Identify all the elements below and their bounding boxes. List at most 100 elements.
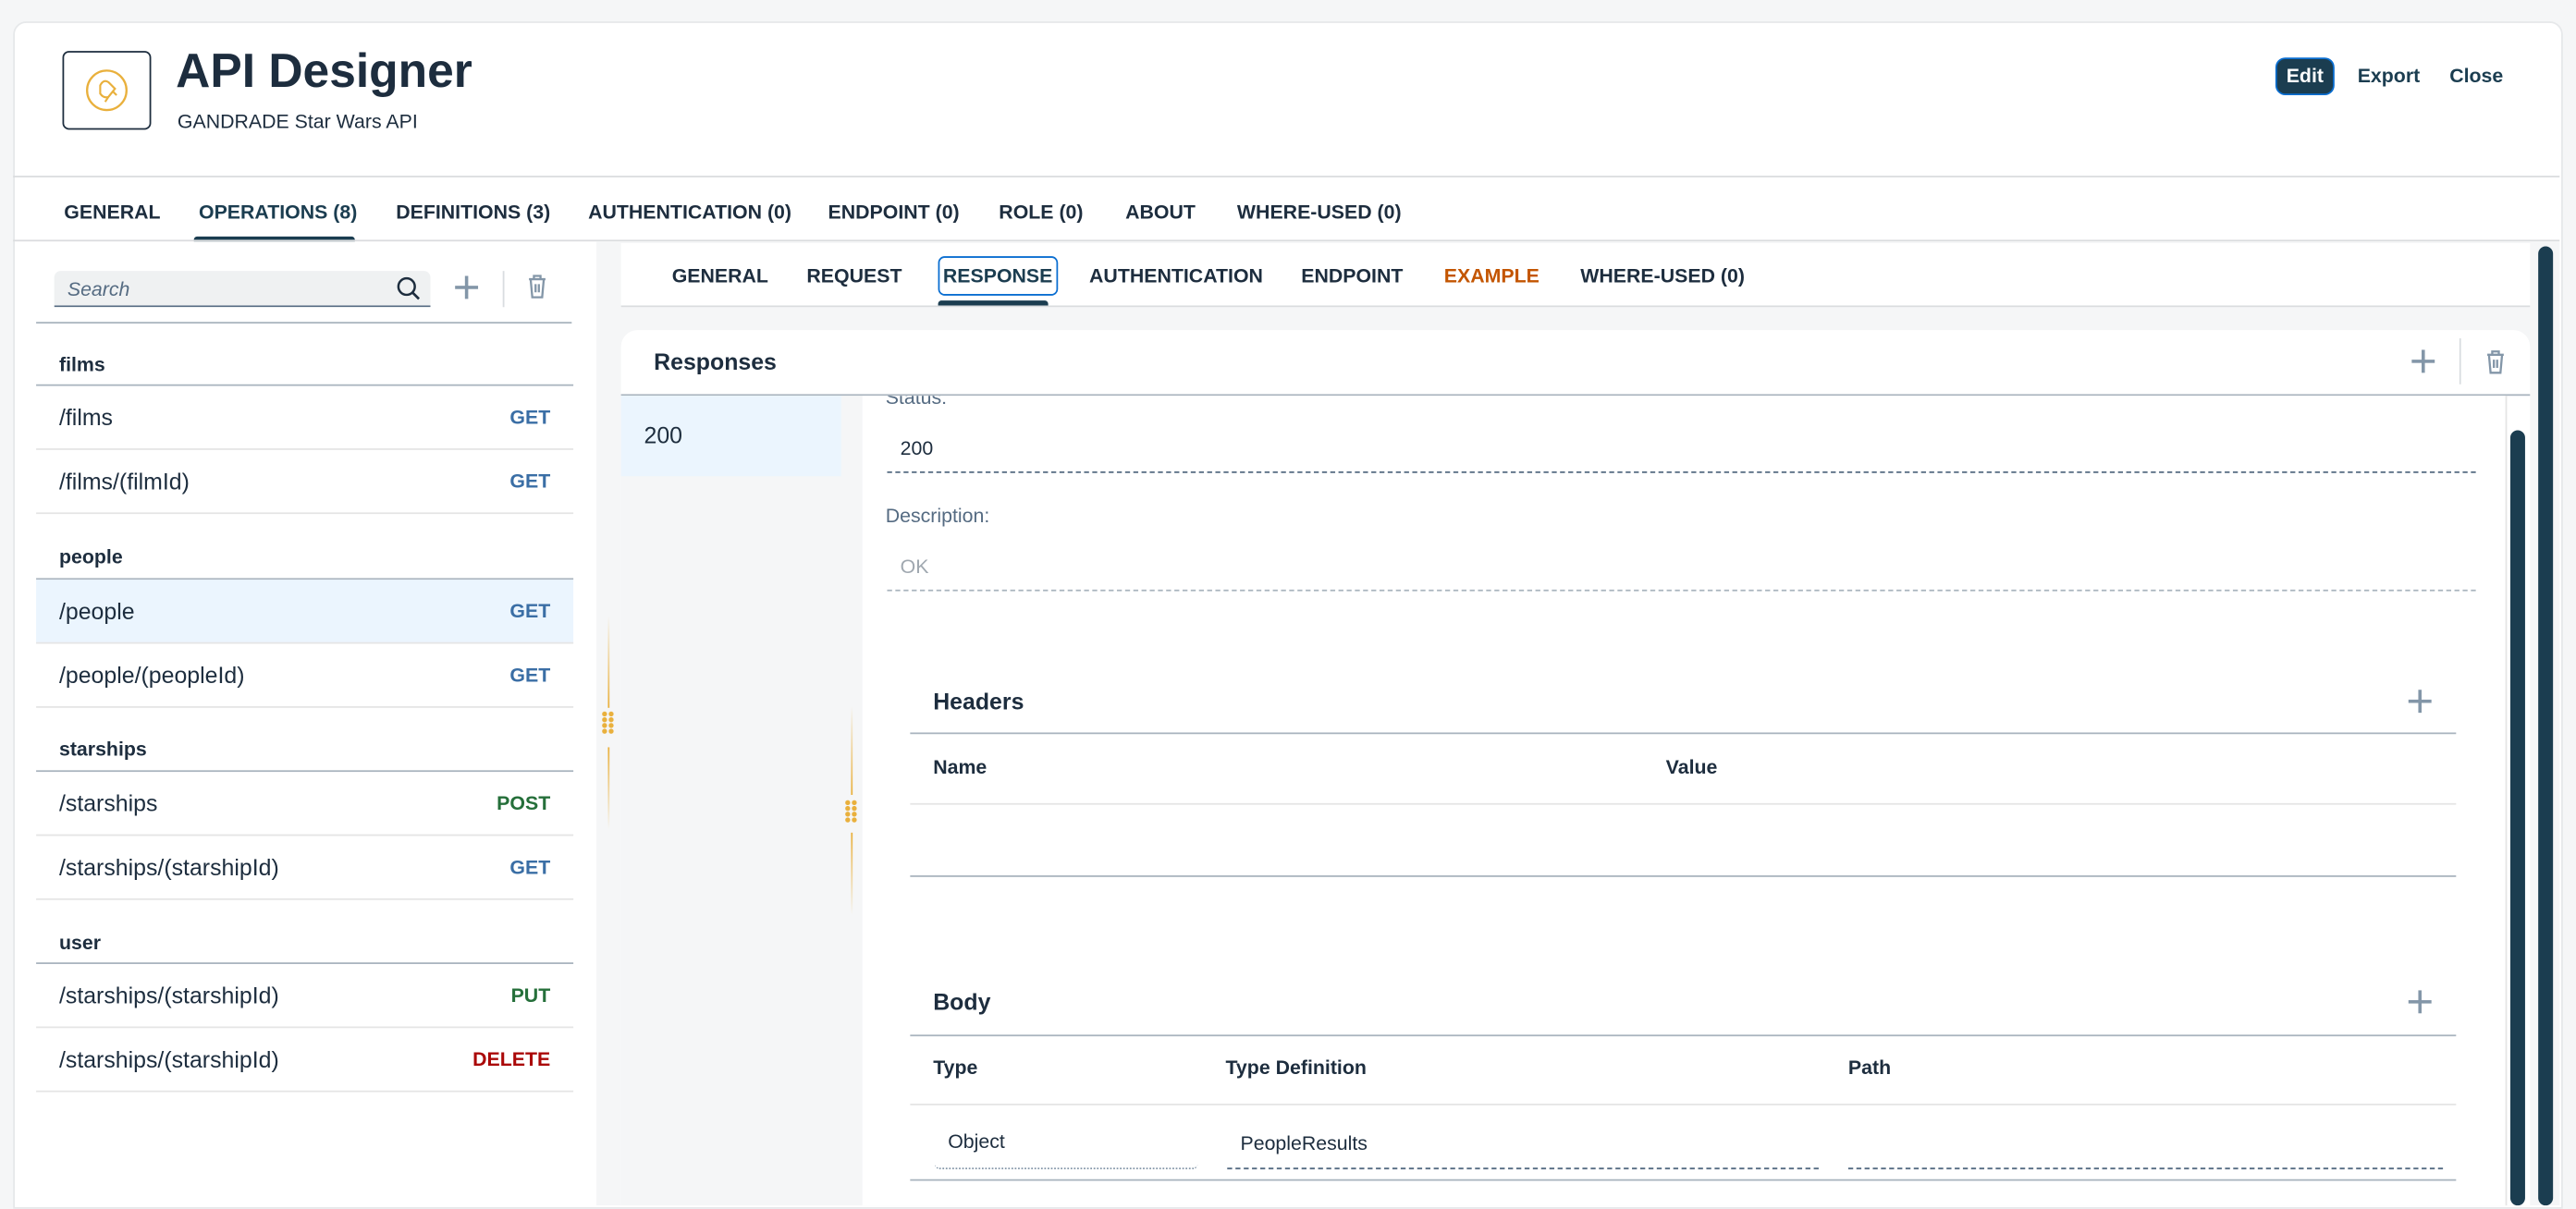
method-badge: GET	[509, 470, 551, 494]
operation-path: /starships/(starshipId)	[58, 982, 279, 1008]
tab-operations[interactable]: OPERATIONS (8)	[199, 201, 357, 224]
group-header: user	[58, 931, 102, 955]
subtab-where-used[interactable]: WHERE-USED (0)	[1580, 264, 1745, 287]
status-input[interactable]: 200	[887, 432, 2476, 473]
body-title: Body	[933, 988, 991, 1016]
group-header: starships	[58, 737, 147, 761]
operation-path: /starships	[58, 789, 158, 817]
subtab-selected-indicator	[938, 300, 1049, 306]
method-badge: GET	[509, 405, 551, 429]
tab-where-used[interactable]: WHERE-USED (0)	[1237, 201, 1402, 224]
subtab-authentication[interactable]: AUTHENTICATION	[1089, 264, 1263, 287]
search-icon[interactable]	[396, 276, 421, 301]
tab-endpoint[interactable]: ENDPOINT (0)	[828, 201, 960, 224]
type-select[interactable]: Object	[934, 1118, 1198, 1170]
tab-definitions[interactable]: DEFINITIONS (3)	[396, 201, 550, 224]
subtab-response[interactable]: RESPONSE	[938, 256, 1058, 296]
tab-about[interactable]: ABOUT	[1125, 201, 1196, 224]
list-item[interactable]: /starships/(starshipId) GET	[36, 836, 574, 900]
sub-tab-bar	[620, 242, 2531, 308]
splitter-line	[851, 832, 853, 915]
add-operation-icon[interactable]	[455, 275, 479, 299]
description-label: Description:	[885, 504, 990, 528]
subtab-endpoint[interactable]: ENDPOINT	[1301, 264, 1403, 287]
delete-response-icon[interactable]	[2485, 349, 2505, 374]
status-value: 200	[900, 436, 934, 460]
response-list-item-selected[interactable]: 200	[620, 396, 841, 477]
column-header-name: Name	[933, 755, 987, 779]
api-plug-icon	[86, 69, 128, 112]
add-body-icon[interactable]	[2408, 990, 2432, 1014]
operation-path: /starships/(starshipId)	[58, 853, 279, 881]
column-header-type: Type	[933, 1056, 978, 1080]
tab-authentication[interactable]: AUTHENTICATION (0)	[588, 201, 791, 224]
list-item[interactable]: /starships/(starshipId) PUT	[36, 964, 574, 1029]
response-code: 200	[644, 421, 683, 449]
status-label: Status:	[885, 396, 948, 409]
column-header-type-definition: Type Definition	[1225, 1056, 1367, 1080]
toolbar-separator	[502, 271, 505, 308]
list-item[interactable]: /starships POST	[36, 772, 574, 837]
operation-path: /films/(filmId)	[58, 468, 190, 495]
export-button[interactable]: Export	[2358, 64, 2421, 87]
sidebar-divider	[36, 322, 572, 324]
headers-table-bottom	[910, 875, 2457, 877]
splitter-line	[607, 616, 610, 708]
page-title: API Designer	[176, 45, 472, 99]
type-definition-input[interactable]: PeopleResults	[1227, 1118, 1819, 1170]
method-badge: DELETE	[472, 1047, 551, 1071]
app-logo	[62, 51, 152, 130]
list-item-selected[interactable]: /people GET	[36, 580, 574, 644]
method-badge: GET	[509, 663, 551, 687]
subtab-example[interactable]: EXAMPLE	[1444, 264, 1539, 287]
page-scrollbar[interactable]	[2538, 246, 2554, 1206]
toolbar-separator	[2459, 338, 2461, 385]
column-header-path: Path	[1847, 1056, 1892, 1080]
group-header: people	[58, 544, 123, 568]
grip-icon[interactable]	[601, 711, 615, 735]
delete-operation-icon[interactable]	[527, 275, 546, 299]
grip-icon[interactable]	[844, 800, 858, 824]
detail-scrollbar[interactable]	[2509, 430, 2525, 1206]
list-item[interactable]: /starships/(starshipId) DELETE	[36, 1028, 574, 1093]
method-badge: GET	[509, 599, 551, 623]
body-table-bottom	[910, 1178, 2457, 1181]
add-response-icon[interactable]	[2411, 349, 2435, 373]
response-detail: Status: 200 Description: OK Headers Name…	[862, 396, 2506, 1206]
body-divider	[910, 1034, 2457, 1037]
description-placeholder: OK	[900, 555, 929, 579]
tab-role[interactable]: ROLE (0)	[999, 201, 1083, 224]
list-item[interactable]: /people/(peopleId) GET	[36, 644, 574, 708]
responses-list-bg	[620, 396, 863, 1206]
operation-path: /films	[58, 404, 114, 431]
subtab-general[interactable]: GENERAL	[672, 264, 768, 287]
headers-title: Headers	[933, 688, 1024, 714]
column-header-value: Value	[1665, 755, 1718, 779]
path-input[interactable]	[1847, 1118, 2444, 1170]
method-badge: GET	[509, 855, 551, 879]
operation-path: /people/(peopleId)	[58, 662, 245, 689]
splitter-line	[607, 747, 610, 830]
edit-button[interactable]: Edit	[2276, 58, 2334, 94]
close-button[interactable]: Close	[2449, 64, 2503, 87]
subtab-request[interactable]: REQUEST	[806, 264, 902, 287]
header-divider	[13, 176, 2560, 177]
page-subtitle: GANDRADE Star Wars API	[177, 110, 418, 133]
tab-general[interactable]: GENERAL	[64, 201, 160, 224]
responses-title: Responses	[654, 348, 777, 375]
operation-path: /people	[58, 597, 135, 625]
description-input[interactable]: OK	[887, 550, 2476, 592]
detail-scrollbar-track	[2505, 396, 2508, 1206]
list-item[interactable]: /films GET	[36, 386, 574, 450]
operation-path: /starships/(starshipId)	[58, 1045, 279, 1073]
headers-column-divider	[910, 802, 2457, 805]
method-badge: POST	[497, 791, 551, 815]
group-header: films	[58, 353, 105, 376]
body-column-divider	[910, 1104, 2457, 1105]
add-header-icon[interactable]	[2408, 690, 2432, 714]
search-input[interactable]: Search	[54, 271, 431, 308]
type-value: Object	[948, 1130, 1005, 1154]
type-definition-value: PeopleResults	[1240, 1131, 1368, 1155]
search-placeholder: Search	[67, 277, 130, 301]
list-item[interactable]: /films/(filmId) GET	[36, 450, 574, 515]
